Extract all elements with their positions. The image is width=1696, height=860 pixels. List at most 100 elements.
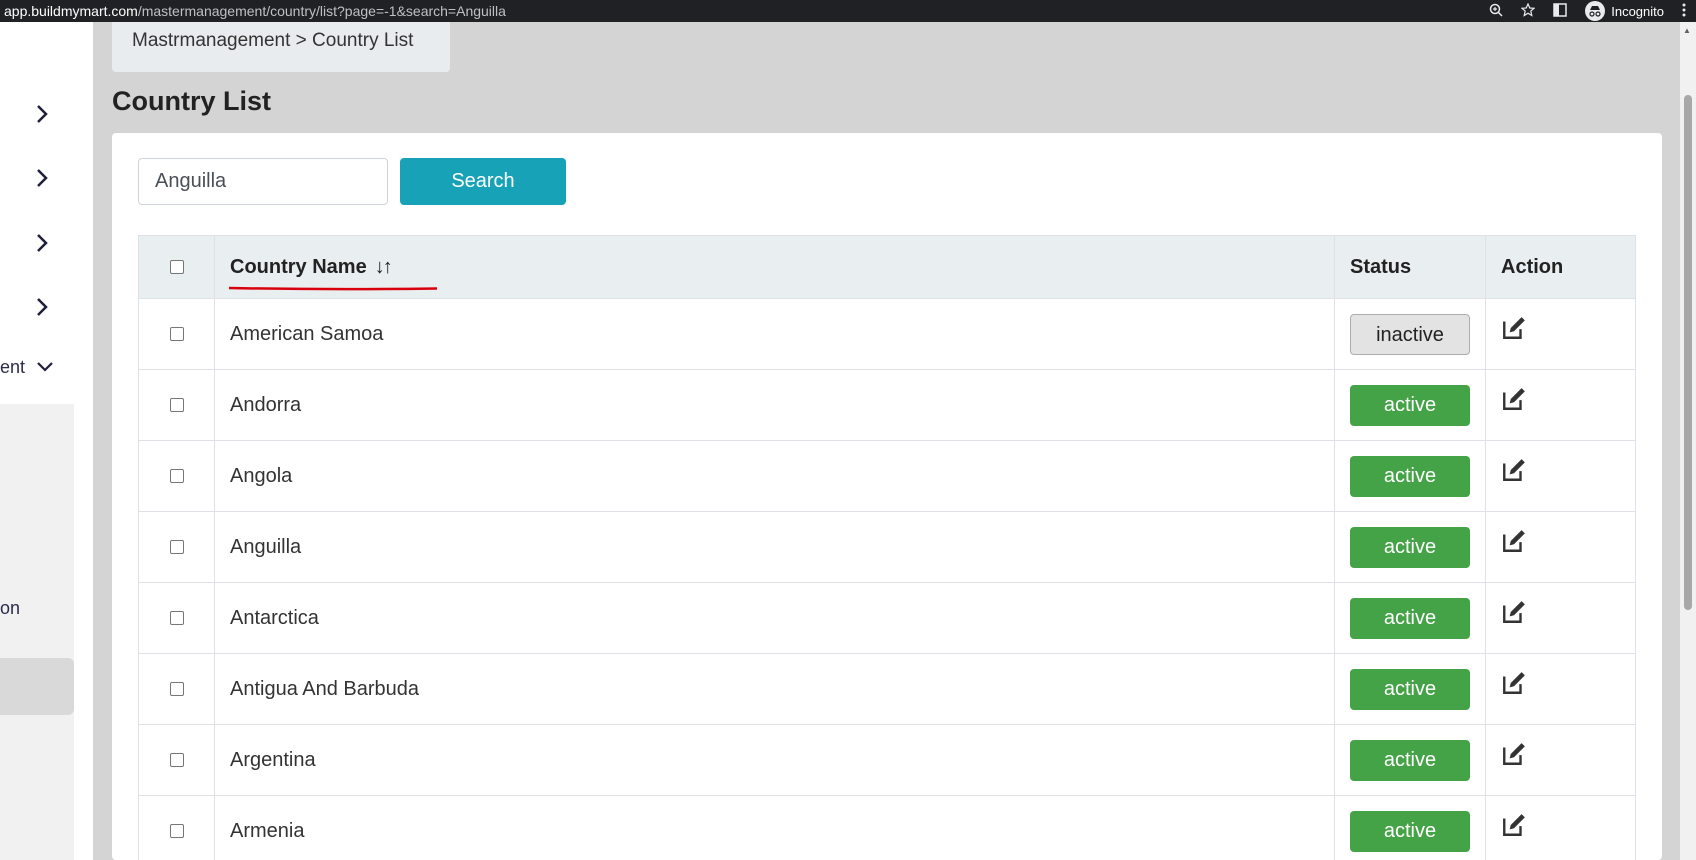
chevron-right-icon[interactable] xyxy=(32,104,52,124)
chevron-right-icon[interactable] xyxy=(32,233,52,253)
status-cell: active xyxy=(1334,511,1486,583)
row-checkbox[interactable] xyxy=(169,327,184,342)
sidebar-item-master-management[interactable]: ent xyxy=(0,357,54,378)
country-table: Country Name ↓↑ Status Action American Sa… xyxy=(138,235,1636,860)
row-checkbox[interactable] xyxy=(169,611,184,626)
header-status: Status xyxy=(1334,235,1486,299)
row-select-cell xyxy=(138,369,215,441)
country-name-sort[interactable]: Country Name ↓↑ xyxy=(228,255,438,290)
row-select-cell xyxy=(138,653,215,725)
table-row: Argentina active xyxy=(138,724,1636,796)
row-select-cell xyxy=(138,582,215,654)
status-cell: active xyxy=(1334,724,1486,796)
incognito-label: Incognito xyxy=(1611,3,1664,19)
row-select-cell xyxy=(138,724,215,796)
country-list-card: Search Country Name ↓↑ Status Action xyxy=(112,133,1662,860)
table-row: Angola active xyxy=(138,440,1636,512)
action-cell xyxy=(1485,369,1636,441)
edit-icon[interactable] xyxy=(1501,457,1527,483)
table-row: Andorra active xyxy=(138,369,1636,441)
table-row: Anguilla active xyxy=(138,511,1636,583)
status-badge[interactable]: active xyxy=(1350,810,1470,852)
action-cell xyxy=(1485,582,1636,654)
sidebar-submenu xyxy=(0,404,74,860)
breadcrumb: Mastrmanagement > Country List xyxy=(112,22,450,72)
bookmark-star-icon[interactable] xyxy=(1520,2,1536,20)
status-badge[interactable]: active xyxy=(1350,526,1470,568)
edit-icon[interactable] xyxy=(1501,599,1527,625)
status-badge[interactable]: active xyxy=(1350,455,1470,497)
sidebar-submenu-item[interactable]: on xyxy=(0,598,20,619)
table-row: Armenia active xyxy=(138,795,1636,860)
scrollbar-thumb[interactable] xyxy=(1684,95,1692,610)
side-panel-icon[interactable] xyxy=(1553,2,1567,20)
row-checkbox[interactable] xyxy=(169,682,184,697)
sidebar-item-label: on xyxy=(0,598,21,618)
header-select-all xyxy=(138,235,215,299)
red-annotation-underline xyxy=(228,286,438,290)
country-name-cell: Andorra xyxy=(214,369,1335,441)
country-name-cell: Antigua And Barbuda xyxy=(214,653,1335,725)
country-name-cell: Argentina xyxy=(214,724,1335,796)
select-all-checkbox[interactable] xyxy=(169,260,184,275)
row-checkbox[interactable] xyxy=(169,753,184,768)
table-row: Antigua And Barbuda active xyxy=(138,653,1636,725)
status-cell: active xyxy=(1334,369,1486,441)
edit-icon[interactable] xyxy=(1501,670,1527,696)
status-cell: active xyxy=(1334,795,1486,860)
sidebar: ent on xyxy=(0,22,93,860)
header-action: Action xyxy=(1485,235,1636,299)
row-select-cell xyxy=(138,440,215,512)
country-name-cell: American Samoa xyxy=(214,298,1335,370)
status-cell: inactive xyxy=(1334,298,1486,370)
scroll-up-arrow-icon[interactable]: ▲ xyxy=(1683,26,1691,35)
header-country-name-label: Country Name xyxy=(230,255,367,278)
country-name-cell: Armenia xyxy=(214,795,1335,860)
row-checkbox[interactable] xyxy=(169,824,184,839)
header-country-name[interactable]: Country Name ↓↑ xyxy=(214,235,1335,299)
chevron-right-icon[interactable] xyxy=(32,297,52,317)
status-cell: active xyxy=(1334,582,1486,654)
status-badge[interactable]: active xyxy=(1350,597,1470,639)
edit-icon[interactable] xyxy=(1501,528,1527,554)
country-name-cell: Antarctica xyxy=(214,582,1335,654)
status-badge[interactable]: active xyxy=(1350,739,1470,781)
row-checkbox[interactable] xyxy=(169,398,184,413)
zoom-icon[interactable] xyxy=(1489,3,1503,20)
chevron-right-icon[interactable] xyxy=(32,168,52,188)
search-input[interactable] xyxy=(138,158,388,205)
sidebar-submenu-active-item[interactable] xyxy=(0,658,74,715)
action-cell xyxy=(1485,653,1636,725)
row-checkbox[interactable] xyxy=(169,469,184,484)
table-row: Antarctica active xyxy=(138,582,1636,654)
browser-address-bar: app.buildmymart.com/mastermanagement/cou… xyxy=(0,0,1696,22)
action-cell xyxy=(1485,298,1636,370)
incognito-indicator[interactable]: Incognito xyxy=(1585,1,1664,21)
edit-icon[interactable] xyxy=(1501,386,1527,412)
status-badge[interactable]: inactive xyxy=(1350,313,1470,355)
page-title: Country List xyxy=(112,86,271,116)
browser-menu-icon[interactable] xyxy=(1682,3,1686,20)
url-path: /mastermanagement/country/list?page=-1&s… xyxy=(137,3,506,19)
status-cell: active xyxy=(1334,440,1486,512)
chevron-down-icon xyxy=(36,357,54,378)
table-header-row: Country Name ↓↑ Status Action xyxy=(138,235,1636,299)
address-url[interactable]: app.buildmymart.com/mastermanagement/cou… xyxy=(0,3,506,19)
row-select-cell xyxy=(138,298,215,370)
status-badge[interactable]: active xyxy=(1350,384,1470,426)
row-select-cell xyxy=(138,511,215,583)
row-checkbox[interactable] xyxy=(169,540,184,555)
edit-icon[interactable] xyxy=(1501,812,1527,838)
country-name-cell: Angola xyxy=(214,440,1335,512)
page-scrollbar[interactable]: ▲ xyxy=(1680,22,1696,860)
action-cell xyxy=(1485,440,1636,512)
sidebar-item-label: ent xyxy=(0,357,26,377)
sort-arrows-icon: ↓↑ xyxy=(374,255,393,278)
status-badge[interactable]: active xyxy=(1350,668,1470,710)
edit-icon[interactable] xyxy=(1501,741,1527,767)
action-cell xyxy=(1485,724,1636,796)
action-cell xyxy=(1485,511,1636,583)
search-button[interactable]: Search xyxy=(400,158,566,205)
edit-icon[interactable] xyxy=(1501,315,1527,341)
table-row: American Samoa inactive xyxy=(138,298,1636,370)
